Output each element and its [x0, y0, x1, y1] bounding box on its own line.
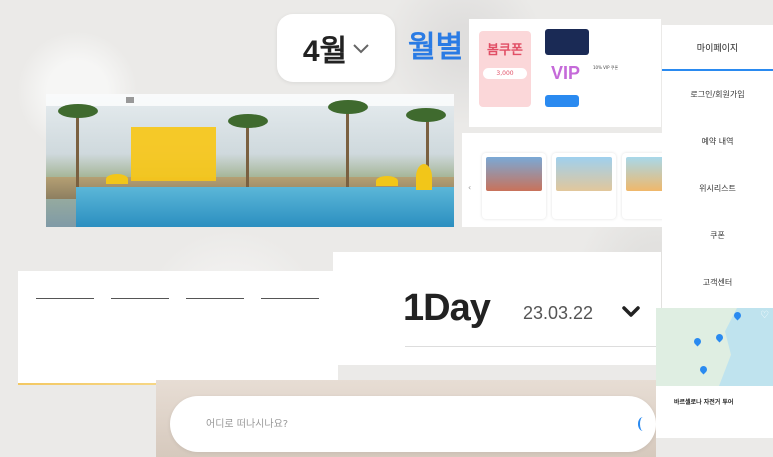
footer-column: [261, 293, 319, 306]
menu-login[interactable]: 로그인/회원가입: [662, 71, 773, 118]
footer-heading: [36, 293, 94, 299]
spring-coupon-amount: 3,000: [483, 68, 527, 79]
chevron-down-icon: [353, 38, 369, 59]
hero-logo[interactable]: [126, 97, 134, 103]
recommend-card[interactable]: [552, 153, 616, 219]
palm-leaf: [228, 114, 268, 128]
site-footer: [18, 271, 338, 383]
umbrella: [376, 176, 398, 186]
footer-column: [186, 293, 244, 306]
hero-promo-card[interactable]: [131, 127, 216, 181]
spring-coupon[interactable]: 봄쿠폰 3,000: [479, 31, 531, 107]
palm-leaf: [328, 100, 368, 114]
chevron-left-icon[interactable]: ‹: [468, 183, 471, 192]
recommend-card-image: [556, 157, 612, 191]
palm-leaf: [406, 108, 446, 122]
search-box[interactable]: [170, 396, 656, 452]
umbrella: [416, 164, 432, 190]
menu-wishlist[interactable]: 위시리스트: [662, 165, 773, 212]
coupon-panel: 봄쿠폰 3,000 VIP 10% VIP 쿠폰: [469, 19, 661, 127]
footer-column: [36, 293, 94, 306]
vip-badge: VIP: [551, 63, 581, 83]
hero-pool: [76, 187, 454, 227]
tour-title: 바르셀로나 자전거 투어: [674, 399, 734, 406]
footer-column: [111, 293, 169, 306]
mypage-title[interactable]: 마이페이지: [662, 25, 773, 71]
spring-coupon-title: 봄쿠폰: [487, 43, 523, 58]
tour-card[interactable]: ♡ 바르셀로나 자전거 투어: [656, 308, 773, 438]
search-section: [156, 380, 656, 457]
selected-date: 23.03.22: [523, 303, 594, 323]
menu-coupons[interactable]: 쿠폰: [662, 212, 773, 259]
recommend-card-image: [626, 157, 662, 191]
day-picker[interactable]: 1Day 23.03.22: [333, 252, 661, 365]
coupon-download-button[interactable]: [545, 95, 579, 107]
coupon-info-bottom: 10% VIP 쿠폰: [593, 65, 619, 70]
month-selector[interactable]: 4월: [277, 14, 395, 82]
monthly-label[interactable]: 월별: [408, 22, 478, 72]
recommend-card[interactable]: [622, 153, 662, 219]
recommend-card-image: [486, 157, 542, 191]
day-mode: 1Day: [403, 287, 491, 329]
menu-reservations[interactable]: 예약 내역: [662, 118, 773, 165]
palm-tree: [76, 107, 79, 187]
menu-support[interactable]: 고객센터: [662, 259, 773, 306]
search-icon[interactable]: [638, 417, 648, 431]
month-selector-label: 4월: [302, 35, 348, 68]
recommend-section: ‹: [462, 133, 662, 227]
day-picker-underline: [405, 346, 661, 347]
palm-leaf: [58, 104, 98, 118]
partner-logo: [545, 29, 589, 55]
palm-tree: [346, 102, 349, 187]
hero-nav: [46, 94, 454, 106]
footer-heading: [186, 293, 244, 299]
heart-icon[interactable]: ♡: [760, 310, 769, 321]
search-input[interactable]: [206, 414, 506, 434]
recommend-card[interactable]: [482, 153, 546, 219]
hero-banner: [46, 94, 454, 227]
mypage-menu: 마이페이지 로그인/회원가입 예약 내역 위시리스트 쿠폰 고객센터: [662, 25, 773, 310]
footer-heading: [261, 293, 319, 299]
chevron-down-icon[interactable]: [621, 302, 641, 322]
footer-heading: [111, 293, 169, 299]
umbrella: [106, 174, 128, 184]
